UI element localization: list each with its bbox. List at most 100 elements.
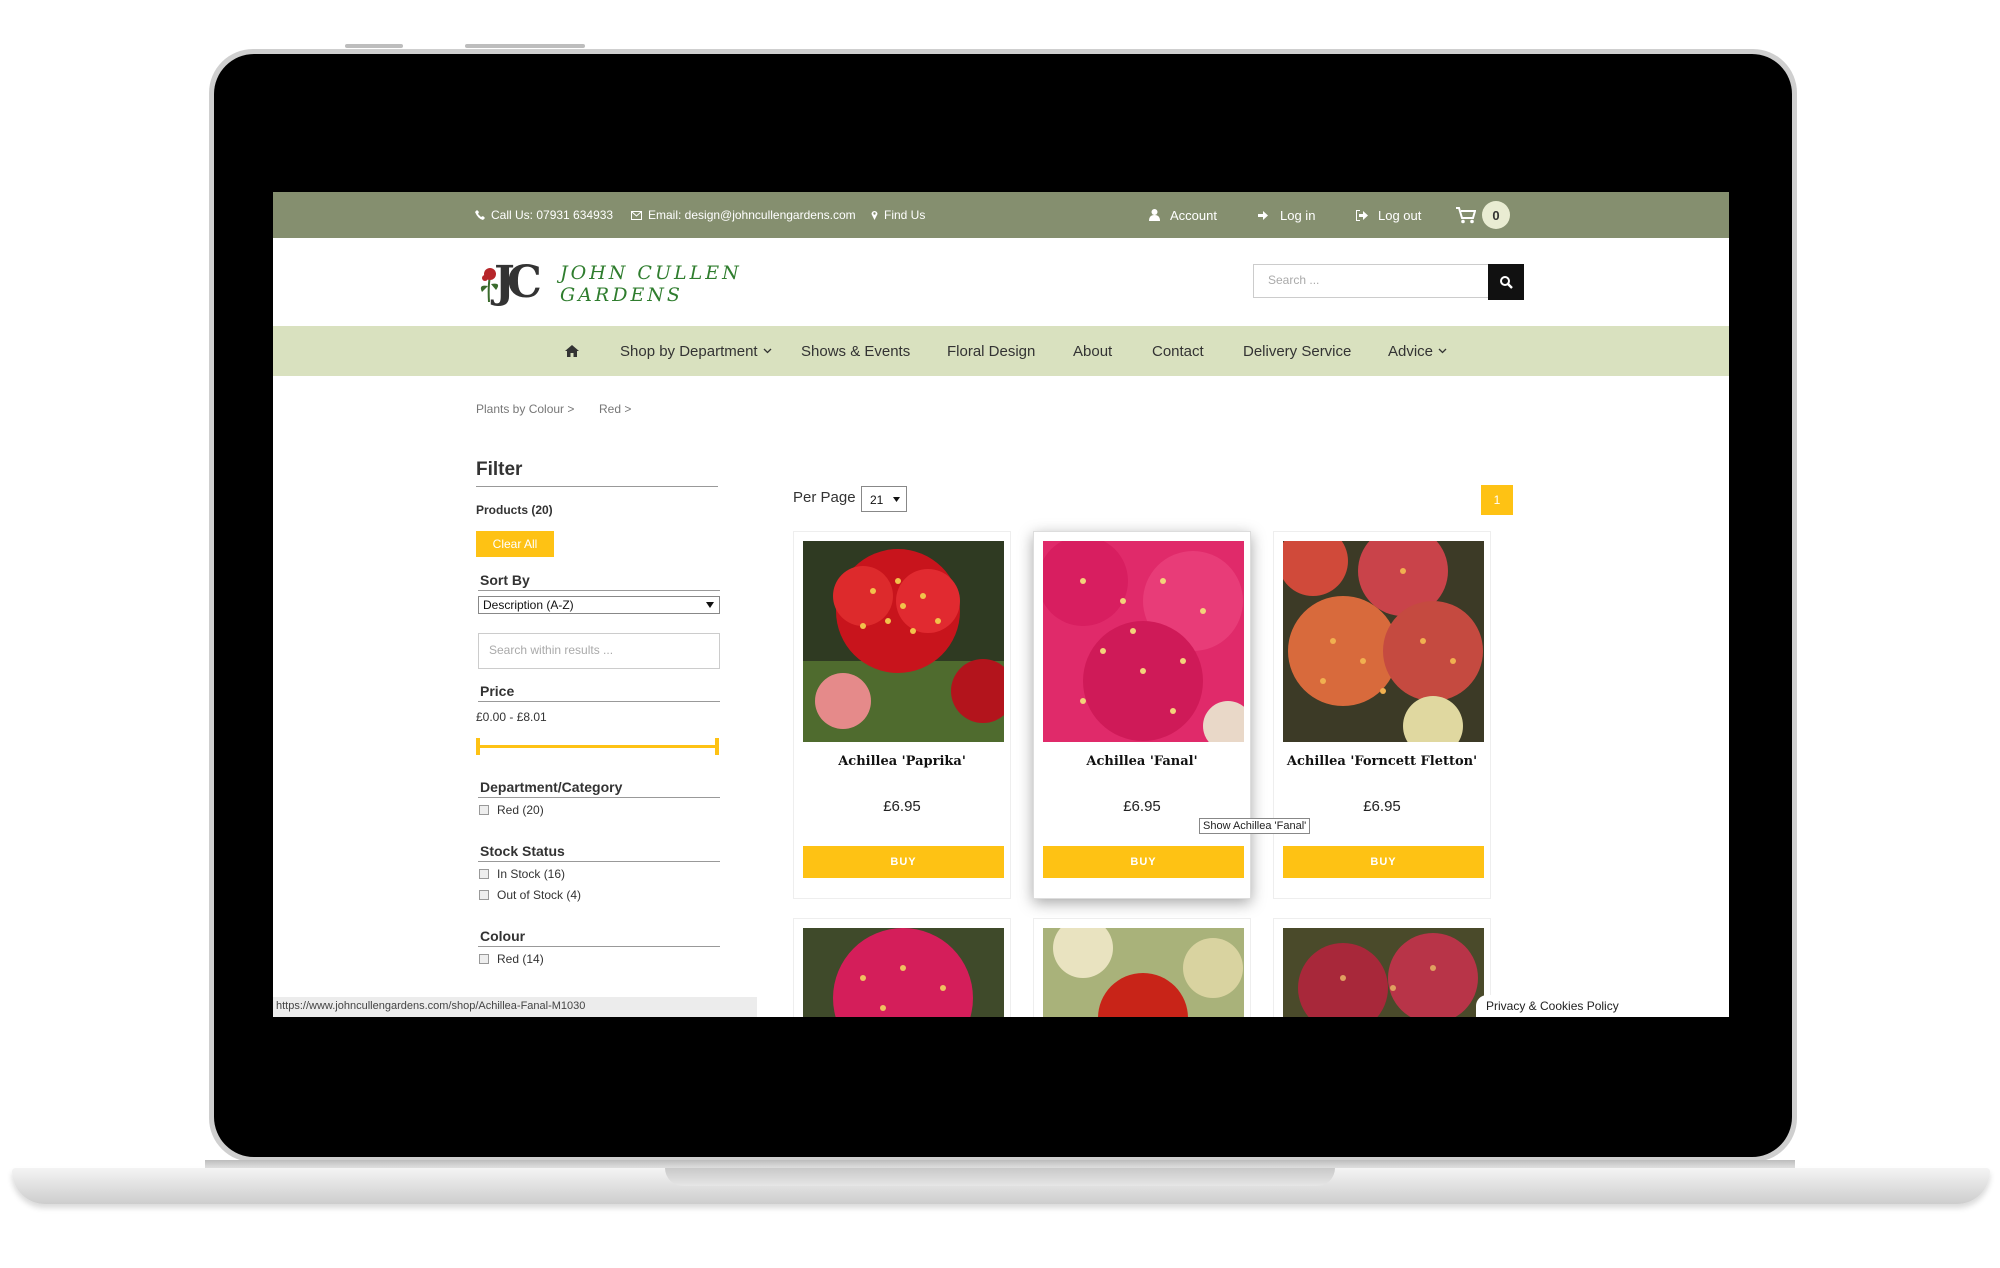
out-of-stock-label: Out of Stock (4) bbox=[497, 888, 582, 902]
breadcrumb-red[interactable]: Red > bbox=[599, 402, 631, 416]
main-nav: Shop by Department Shows & Events Floral… bbox=[273, 326, 1729, 376]
nav-contact[interactable]: Contact bbox=[1152, 326, 1204, 376]
top-bar: Call Us: 07931 634933 Email: design@john… bbox=[273, 192, 1729, 238]
browser-status-url: https://www.johncullengardens.com/shop/A… bbox=[273, 997, 757, 1017]
find-us-link[interactable]: Find Us bbox=[871, 192, 925, 238]
dept-red-label: Red (20) bbox=[497, 803, 544, 817]
stock-status-heading: Stock Status bbox=[480, 843, 565, 859]
privacy-cookies-link[interactable]: Privacy & Cookies Policy bbox=[1476, 995, 1629, 1017]
cart-button[interactable]: 0 bbox=[1456, 192, 1510, 238]
product-name[interactable]: Achillea 'Paprika' bbox=[794, 754, 1010, 769]
search-button[interactable] bbox=[1488, 264, 1524, 300]
account-text: Account bbox=[1170, 207, 1217, 223]
caret-down-icon bbox=[893, 497, 900, 502]
product-image[interactable] bbox=[803, 541, 1004, 742]
product-card[interactable] bbox=[793, 918, 1011, 1017]
dept-red-checkbox[interactable] bbox=[479, 805, 489, 815]
product-card[interactable] bbox=[1273, 918, 1491, 1017]
product-image[interactable] bbox=[1043, 928, 1244, 1017]
laptop-base-groove bbox=[665, 1168, 1335, 1186]
chevron-down-icon bbox=[1438, 348, 1447, 354]
divider bbox=[478, 797, 720, 798]
product-image[interactable] bbox=[1283, 541, 1484, 742]
web-page: Call Us: 07931 634933 Email: design@john… bbox=[273, 192, 1729, 1017]
colour-red-checkbox[interactable] bbox=[479, 954, 489, 964]
product-card[interactable]: Achillea 'Paprika' £6.95 BUY bbox=[793, 531, 1011, 899]
product-price: £6.95 bbox=[883, 798, 921, 815]
achillea-photo bbox=[1283, 928, 1484, 1017]
divider bbox=[478, 861, 720, 862]
account-link[interactable]: Account bbox=[1149, 192, 1217, 238]
achillea-forncett-fletton-photo bbox=[1283, 541, 1484, 742]
price-slider-track[interactable] bbox=[476, 745, 718, 748]
per-page-select[interactable]: 21 bbox=[861, 486, 907, 512]
nav-floral-design[interactable]: Floral Design bbox=[947, 326, 1035, 376]
nav-advice-label: Advice bbox=[1388, 342, 1434, 360]
map-pin-icon bbox=[871, 211, 878, 220]
cart-count-badge: 0 bbox=[1482, 201, 1510, 229]
login-text: Log in bbox=[1280, 207, 1316, 223]
nav-delivery-service[interactable]: Delivery Service bbox=[1243, 326, 1351, 376]
department-category-heading: Department/Category bbox=[480, 779, 623, 795]
buy-button[interactable]: BUY bbox=[803, 846, 1004, 878]
sort-by-value: Description (A-Z) bbox=[483, 598, 574, 612]
site-logo[interactable]: JC JOHN CULLEN GARDENS bbox=[476, 258, 746, 308]
breadcrumb-plants-by-colour[interactable]: Plants by Colour > bbox=[476, 402, 574, 416]
clear-all-button[interactable]: Clear All bbox=[476, 531, 554, 557]
product-card[interactable]: Achillea 'Fanal' £6.95 BUY bbox=[1033, 531, 1251, 899]
buy-button[interactable]: BUY bbox=[1043, 846, 1244, 878]
out-of-stock-checkbox[interactable] bbox=[479, 890, 489, 900]
achillea-photo bbox=[1043, 928, 1244, 1017]
find-us-text: Find Us bbox=[884, 208, 926, 222]
nav-shop-by-department[interactable]: Shop by Department bbox=[620, 326, 772, 376]
call-us-text: Call Us: 07931 634933 bbox=[491, 208, 614, 222]
email-text: Email: design@johncullengardens.com bbox=[648, 208, 856, 222]
logo-name-line2: GARDENS bbox=[560, 284, 683, 306]
in-stock-checkbox[interactable] bbox=[479, 869, 489, 879]
divider bbox=[478, 701, 720, 702]
buy-button[interactable]: BUY bbox=[1283, 846, 1484, 878]
nav-home[interactable] bbox=[565, 326, 579, 376]
divider bbox=[478, 946, 720, 947]
achillea-paprika-photo bbox=[803, 541, 1004, 742]
price-slider-min-handle[interactable] bbox=[476, 738, 480, 755]
in-stock-label: In Stock (16) bbox=[497, 867, 566, 881]
home-icon bbox=[565, 345, 579, 357]
price-slider-max-handle[interactable] bbox=[715, 738, 719, 755]
product-card[interactable] bbox=[1033, 918, 1251, 1017]
product-price: £6.95 bbox=[1123, 798, 1161, 815]
per-page-value: 21 bbox=[870, 493, 884, 507]
phone-icon bbox=[475, 210, 485, 220]
nav-shows-events[interactable]: Shows & Events bbox=[801, 326, 910, 376]
envelope-icon bbox=[631, 210, 642, 220]
sign-out-icon bbox=[1356, 209, 1368, 221]
sort-by-select[interactable]: Description (A-Z) bbox=[478, 596, 720, 614]
divider bbox=[478, 590, 720, 591]
product-image[interactable] bbox=[803, 928, 1004, 1017]
logo-name-line1: JOHN CULLEN bbox=[560, 262, 742, 284]
colour-heading: Colour bbox=[480, 928, 526, 944]
site-header: JC JOHN CULLEN GARDENS Search ... bbox=[273, 238, 1729, 326]
product-card[interactable]: Achillea 'Forncett Fletton' £6.95 BUY bbox=[1273, 531, 1491, 899]
product-name[interactable]: Achillea 'Forncett Fletton' bbox=[1274, 754, 1490, 769]
product-image[interactable] bbox=[1283, 928, 1484, 1017]
nav-about[interactable]: About bbox=[1073, 326, 1112, 376]
logout-link[interactable]: Log out bbox=[1356, 192, 1421, 238]
product-name[interactable]: Achillea 'Fanal' bbox=[1034, 754, 1250, 769]
login-link[interactable]: Log in bbox=[1258, 192, 1315, 238]
chevron-down-icon bbox=[763, 348, 772, 354]
user-icon bbox=[1149, 209, 1160, 221]
nav-advice[interactable]: Advice bbox=[1388, 326, 1447, 376]
pagination-page-1[interactable]: 1 bbox=[1481, 485, 1513, 515]
product-image[interactable] bbox=[1043, 541, 1244, 742]
sort-by-heading: Sort By bbox=[480, 572, 530, 588]
product-price: £6.95 bbox=[1363, 798, 1401, 815]
call-us-link[interactable]: Call Us: 07931 634933 bbox=[475, 192, 613, 238]
caret-down-icon bbox=[706, 602, 714, 608]
logo-monogram: JC bbox=[494, 257, 542, 308]
sign-in-icon bbox=[1258, 210, 1268, 220]
search-input[interactable]: Search ... bbox=[1253, 264, 1489, 298]
search-within-results-input[interactable]: Search within results ... bbox=[478, 633, 720, 669]
nav-shop-label: Shop by Department bbox=[620, 342, 758, 360]
email-link[interactable]: Email: design@johncullengardens.com bbox=[631, 192, 856, 238]
